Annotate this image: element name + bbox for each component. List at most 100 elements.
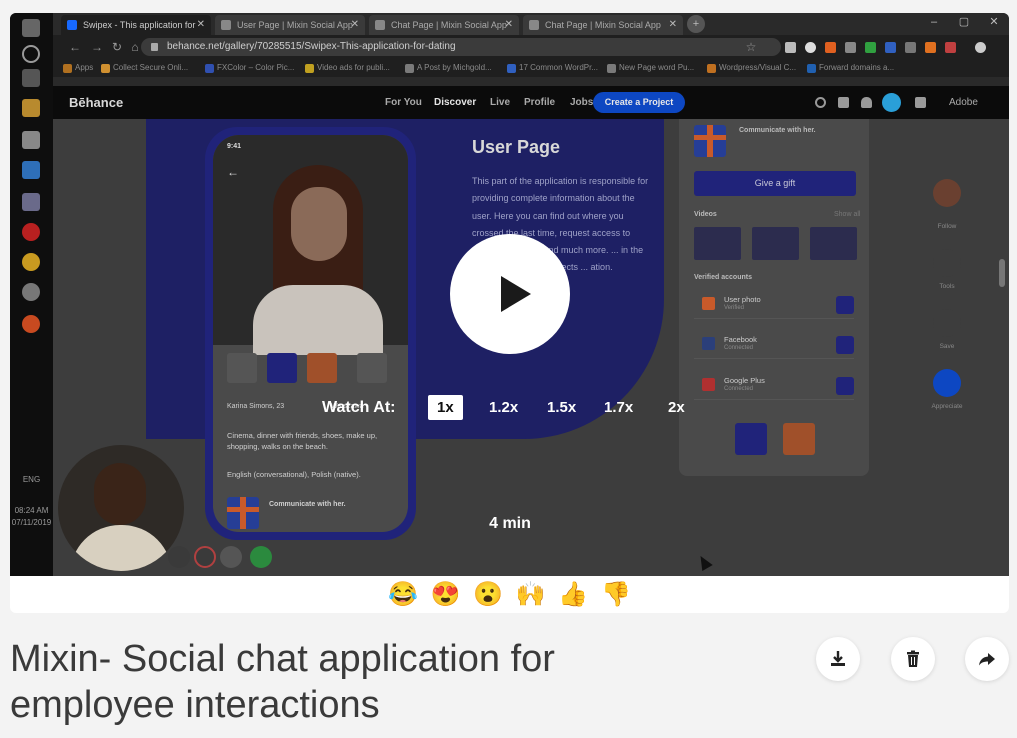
task-view-icon[interactable] — [22, 69, 40, 87]
lock-icon[interactable] — [836, 336, 854, 354]
file-explorer-icon[interactable] — [22, 99, 40, 117]
tools-label[interactable]: Tools — [919, 283, 975, 290]
windows-start-icon[interactable] — [22, 19, 40, 37]
chrome-canary-icon[interactable] — [22, 315, 40, 333]
bookmark-item[interactable]: Apps — [63, 61, 93, 75]
search-icon[interactable] — [22, 45, 40, 63]
surprised-emoji-icon[interactable]: 😮 — [473, 579, 503, 611]
tab-chat-page-2[interactable]: Chat Page | Mixin Social App ✕ — [523, 15, 683, 35]
create-project-button[interactable]: Create a Project — [593, 92, 685, 113]
recorder-cancel-icon[interactable] — [168, 546, 190, 568]
extension-icon[interactable] — [865, 42, 876, 53]
extension-icon[interactable] — [845, 42, 856, 53]
next-icon[interactable] — [357, 353, 387, 383]
thumbs-down-emoji-icon[interactable]: 👎 — [601, 579, 631, 611]
prev-icon[interactable] — [227, 353, 257, 383]
close-tab-icon[interactable]: ✕ — [197, 15, 205, 35]
nav-jobs[interactable]: Jobs — [570, 86, 593, 119]
appreciate-thumb-icon[interactable] — [933, 369, 961, 397]
recorder-delete-icon[interactable] — [194, 546, 216, 568]
video-thumbnail[interactable] — [694, 227, 741, 260]
speed-1.7x-button[interactable]: 1.7x — [595, 395, 642, 420]
bookmark-item[interactable]: New Page word Pu... — [607, 61, 694, 75]
nav-live[interactable]: Live — [490, 86, 510, 119]
new-tab-button[interactable]: + — [687, 15, 705, 33]
close-tab-icon[interactable]: ✕ — [351, 15, 359, 35]
lock-icon[interactable] — [836, 377, 854, 395]
laugh-emoji-icon[interactable]: 😂 — [388, 579, 418, 611]
play-button[interactable] — [450, 234, 570, 354]
check-icon[interactable] — [836, 296, 854, 314]
bookmark-item[interactable]: FXColor – Color Pic... — [205, 61, 294, 75]
save-label[interactable]: Save — [919, 343, 975, 350]
recorder-pause-icon[interactable] — [220, 546, 242, 568]
heart-eyes-emoji-icon[interactable]: 😍 — [431, 579, 461, 611]
nav-profile[interactable]: Profile — [524, 86, 555, 119]
speed-1.5x-button[interactable]: 1.5x — [538, 395, 585, 420]
share-button[interactable] — [965, 637, 1009, 681]
tab-user-page[interactable]: User Page | Mixin Social App ✕ — [215, 15, 365, 35]
nav-for-you[interactable]: For You — [385, 86, 422, 119]
vscode-icon[interactable] — [22, 161, 40, 179]
settings-gear-icon[interactable] — [22, 283, 40, 301]
delete-button[interactable] — [891, 637, 935, 681]
behance-logo[interactable]: Bēhance — [69, 86, 123, 119]
bookmark-star-icon[interactable]: ☆ — [743, 39, 759, 55]
apps-grid-icon[interactable] — [915, 97, 926, 108]
tab-chat-page[interactable]: Chat Page | Mixin Social App ✕ — [369, 15, 519, 35]
mail-icon[interactable] — [22, 131, 40, 149]
dislike-x-icon[interactable] — [307, 353, 337, 383]
extension-icon[interactable] — [945, 42, 956, 53]
chrome-icon[interactable] — [22, 253, 40, 271]
speed-1x-button[interactable]: 1x — [428, 395, 463, 420]
thumbs-up-emoji-icon[interactable]: 👍 — [558, 579, 588, 611]
heart-icon[interactable] — [735, 423, 767, 455]
bookmark-item[interactable]: 17 Common WordPr... — [507, 61, 598, 75]
minimize-button[interactable]: – — [919, 13, 949, 31]
video-thumbnail[interactable] — [752, 227, 799, 260]
video-frame[interactable]: ENG 08:24 AM 07/11/2019 Swipex - This ap… — [10, 13, 1009, 576]
url-input[interactable]: behance.net/gallery/70285515/Swipex-This… — [141, 38, 781, 56]
extension-icon[interactable] — [805, 42, 816, 53]
extension-icon[interactable] — [785, 42, 796, 53]
bookmark-item[interactable]: Wordpress/Visual C... — [707, 61, 796, 75]
close-window-button[interactable]: ✕ — [979, 13, 1009, 31]
bookmark-item[interactable]: Forward domains a... — [807, 61, 894, 75]
download-button[interactable] — [816, 637, 860, 681]
page-scrollbar[interactable] — [999, 259, 1005, 287]
give-gift-button[interactable]: Give a gift — [694, 171, 856, 196]
bookmark-item[interactable]: A Post by Michgold... — [405, 61, 492, 75]
language-indicator[interactable]: ENG — [10, 475, 53, 484]
nav-discover[interactable]: Discover — [434, 86, 476, 119]
tools-icon[interactable] — [933, 249, 961, 277]
follow-avatar[interactable] — [933, 179, 961, 207]
extension-icon[interactable] — [885, 42, 896, 53]
follow-label[interactable]: Follow — [919, 223, 975, 230]
extension-icon[interactable] — [925, 42, 936, 53]
avatar[interactable] — [882, 93, 901, 112]
raised-hands-emoji-icon[interactable]: 🙌 — [516, 579, 546, 611]
save-folder-icon[interactable] — [933, 309, 961, 337]
bookmark-item[interactable]: Collect Secure Onli... — [101, 61, 188, 75]
appreciate-label[interactable]: Appreciate — [919, 403, 975, 410]
profile-avatar-icon[interactable] — [975, 42, 986, 53]
close-tab-icon[interactable]: ✕ — [669, 15, 677, 35]
adobe-link[interactable]: Adobe — [949, 86, 978, 119]
video-thumbnail[interactable] — [810, 227, 857, 260]
bell-icon[interactable] — [861, 97, 872, 108]
forward-icon[interactable]: → — [89, 39, 105, 55]
reload-icon[interactable]: ↻ — [109, 39, 125, 55]
mail-icon[interactable] — [838, 97, 849, 108]
extension-icon[interactable] — [825, 42, 836, 53]
heart-icon[interactable] — [267, 353, 297, 383]
tab-swipex[interactable]: Swipex - This application for ✕ — [61, 15, 211, 35]
opera-icon[interactable] — [22, 223, 40, 241]
recorder-check-icon[interactable] — [250, 546, 272, 568]
dislike-x-icon[interactable] — [783, 423, 815, 455]
speed-2x-button[interactable]: 2x — [659, 395, 694, 420]
app-icon[interactable] — [22, 193, 40, 211]
back-arrow-icon[interactable]: ← — [227, 165, 239, 179]
extension-icon[interactable] — [905, 42, 916, 53]
videos-show-all-link[interactable]: Show all — [834, 211, 860, 218]
maximize-button[interactable]: ▢ — [949, 13, 979, 31]
